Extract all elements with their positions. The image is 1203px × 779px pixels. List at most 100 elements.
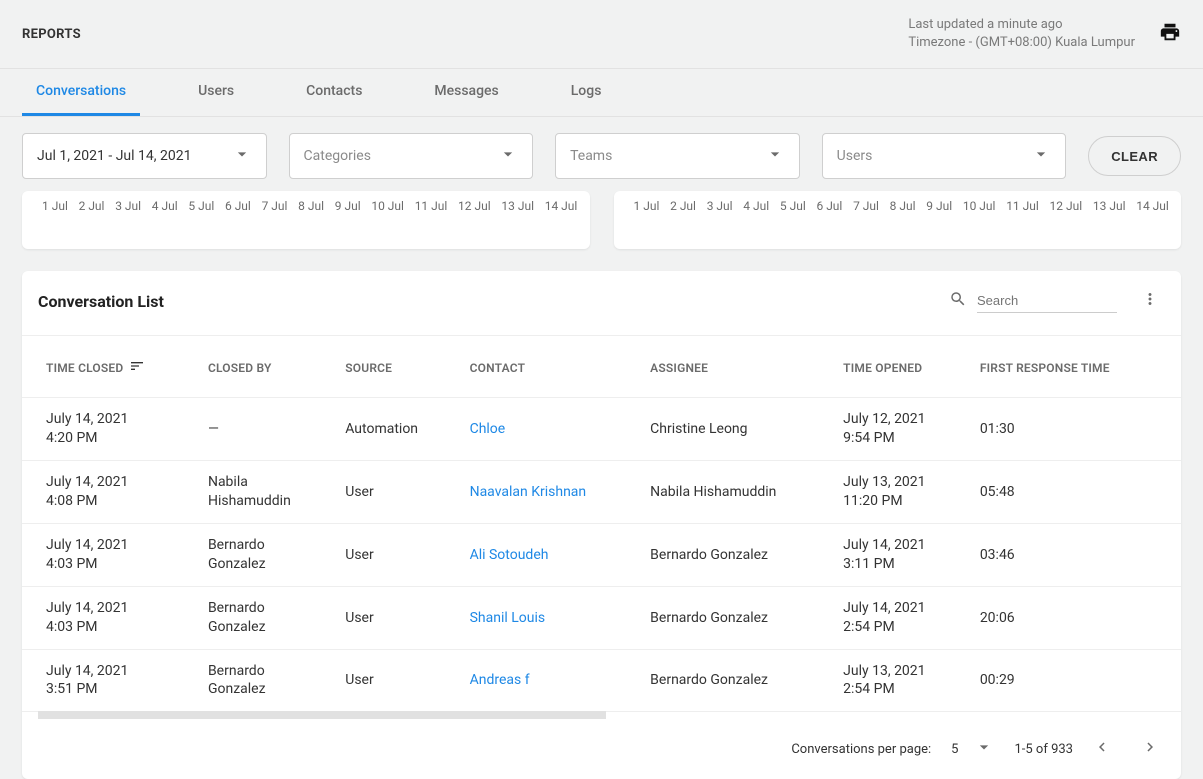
sort-icon: [129, 358, 145, 377]
cell-contact: Ali Sotoudeh: [458, 523, 639, 586]
chevron-down-icon: [498, 144, 518, 168]
chart-cards-row: 1 Jul2 Jul3 Jul4 Jul5 Jul6 Jul7 Jul8 Jul…: [0, 191, 1203, 249]
chart-axis-labels: 1 Jul2 Jul3 Jul4 Jul5 Jul6 Jul7 Jul8 Jul…: [614, 199, 1182, 213]
axis-tick-label: 6 Jul: [816, 199, 842, 213]
axis-tick-label: 14 Jul: [545, 199, 578, 213]
cell-time-opened: July 13, 202111:20 PM: [831, 461, 968, 524]
cell-contact: Shanil Louis: [458, 586, 639, 649]
col-time-closed-label: TIME CLOSED: [46, 361, 123, 375]
cell-closed-by: BernardoGonzalez: [196, 523, 333, 586]
timezone-label: Timezone - (GMT+08:00) Kuala Lumpur: [908, 34, 1135, 52]
list-header-actions: [949, 289, 1159, 313]
col-first-response-time[interactable]: FIRST RESPONSE TIME: [968, 336, 1181, 398]
axis-tick-label: 9 Jul: [335, 199, 361, 213]
users-placeholder: Users: [837, 148, 873, 164]
table-row[interactable]: July 14, 20213:51 PMBernardoGonzalezUser…: [22, 649, 1181, 712]
axis-tick-label: 12 Jul: [1050, 199, 1083, 213]
axis-tick-label: 3 Jul: [707, 199, 733, 213]
axis-tick-label: 8 Jul: [298, 199, 324, 213]
col-time-closed[interactable]: TIME CLOSED: [22, 336, 196, 398]
cell-source: User: [333, 586, 457, 649]
users-select[interactable]: Users: [822, 133, 1067, 179]
cell-first-response-time: 05:48: [968, 461, 1181, 524]
chevron-down-icon: [1031, 144, 1051, 168]
cell-first-response-time: 03:46: [968, 523, 1181, 586]
per-page-label: Conversations per page:: [791, 742, 931, 757]
cell-closed-by: —: [196, 398, 333, 461]
next-page-button[interactable]: [1141, 738, 1159, 760]
tab-users[interactable]: Users: [184, 69, 248, 116]
filters-row: Jul 1, 2021 - Jul 14, 2021 Categories Te…: [0, 117, 1203, 191]
contact-link[interactable]: Shanil Louis: [470, 610, 546, 626]
clear-button[interactable]: CLEAR: [1088, 136, 1181, 176]
table-row[interactable]: July 14, 20214:20 PM—AutomationChloeChri…: [22, 398, 1181, 461]
table-footer: Conversations per page: 5 1-5 of 933: [22, 719, 1181, 779]
axis-tick-label: 5 Jul: [188, 199, 214, 213]
search-input[interactable]: [977, 289, 1117, 313]
cell-closed-by: NabilaHishamuddin: [196, 461, 333, 524]
cell-time-closed: July 14, 20214:03 PM: [22, 523, 196, 586]
contact-link[interactable]: Naavalan Krishnan: [470, 484, 587, 500]
axis-tick-label: 2 Jul: [670, 199, 696, 213]
cell-time-opened: July 14, 20212:54 PM: [831, 586, 968, 649]
axis-tick-label: 4 Jul: [152, 199, 178, 213]
cell-closed-by: BernardoGonzalez: [196, 586, 333, 649]
col-time-opened[interactable]: TIME OPENED: [831, 336, 968, 398]
axis-tick-label: 3 Jul: [115, 199, 141, 213]
conversation-table: TIME CLOSED CLOSED BY SOURCE CONTACT ASS…: [22, 336, 1181, 712]
conversation-list-card: Conversation List TIME CLOSED: [22, 271, 1181, 779]
cell-contact: Chloe: [458, 398, 639, 461]
table-row[interactable]: July 14, 20214:08 PMNabilaHishamuddinUse…: [22, 461, 1181, 524]
teams-select[interactable]: Teams: [555, 133, 800, 179]
contact-link[interactable]: Andreas f: [470, 672, 530, 688]
chevron-down-icon: [232, 144, 252, 168]
chart-card-left: 1 Jul2 Jul3 Jul4 Jul5 Jul6 Jul7 Jul8 Jul…: [22, 191, 590, 249]
col-assignee[interactable]: ASSIGNEE: [638, 336, 831, 398]
horizontal-scrollbar[interactable]: [38, 711, 606, 719]
cell-source: User: [333, 649, 457, 712]
table-row[interactable]: July 14, 20214:03 PMBernardoGonzalezUser…: [22, 523, 1181, 586]
contact-link[interactable]: Chloe: [470, 421, 506, 437]
tabs: Conversations Users Contacts Messages Lo…: [0, 68, 1203, 117]
axis-tick-label: 8 Jul: [890, 199, 916, 213]
cell-time-closed: July 14, 20214:08 PM: [22, 461, 196, 524]
axis-tick-label: 6 Jul: [225, 199, 251, 213]
more-vert-icon[interactable]: [1141, 290, 1159, 312]
date-range-value: Jul 1, 2021 - Jul 14, 2021: [37, 148, 191, 164]
cell-first-response-time: 20:06: [968, 586, 1181, 649]
axis-tick-label: 10 Jul: [963, 199, 996, 213]
categories-select[interactable]: Categories: [289, 133, 534, 179]
contact-link[interactable]: Ali Sotoudeh: [470, 547, 549, 563]
tab-messages[interactable]: Messages: [420, 69, 512, 116]
last-updated-label: Last updated a minute ago: [908, 16, 1062, 34]
cell-first-response-time: 01:30: [968, 398, 1181, 461]
col-source[interactable]: SOURCE: [333, 336, 457, 398]
cell-time-opened: July 13, 20212:54 PM: [831, 649, 968, 712]
header-meta: Last updated a minute ago Timezone - (GM…: [908, 16, 1135, 52]
tab-logs[interactable]: Logs: [557, 69, 616, 116]
prev-page-button[interactable]: [1093, 738, 1111, 760]
search-icon[interactable]: [949, 290, 967, 312]
cell-first-response-time: 00:29: [968, 649, 1181, 712]
axis-tick-label: 12 Jul: [458, 199, 491, 213]
tab-contacts[interactable]: Contacts: [292, 69, 376, 116]
header-right: Last updated a minute ago Timezone - (GM…: [908, 16, 1181, 52]
print-icon[interactable]: [1159, 21, 1181, 47]
table-row[interactable]: July 14, 20214:03 PMBernardoGonzalezUser…: [22, 586, 1181, 649]
teams-placeholder: Teams: [570, 148, 612, 164]
chart-card-right: 1 Jul2 Jul3 Jul4 Jul5 Jul6 Jul7 Jul8 Jul…: [614, 191, 1182, 249]
cell-assignee: Bernardo Gonzalez: [638, 586, 831, 649]
col-contact[interactable]: CONTACT: [458, 336, 639, 398]
col-closed-by[interactable]: CLOSED BY: [196, 336, 333, 398]
cell-time-closed: July 14, 20214:03 PM: [22, 586, 196, 649]
tab-conversations[interactable]: Conversations: [22, 69, 140, 116]
per-page-select[interactable]: 5: [951, 737, 994, 761]
cell-contact: Andreas f: [458, 649, 639, 712]
cell-closed-by: BernardoGonzalez: [196, 649, 333, 712]
axis-tick-label: 14 Jul: [1136, 199, 1169, 213]
date-range-select[interactable]: Jul 1, 2021 - Jul 14, 2021: [22, 133, 267, 179]
chevron-down-icon: [974, 737, 994, 761]
axis-tick-label: 4 Jul: [743, 199, 769, 213]
axis-tick-label: 13 Jul: [501, 199, 534, 213]
per-page-value: 5: [951, 742, 958, 757]
